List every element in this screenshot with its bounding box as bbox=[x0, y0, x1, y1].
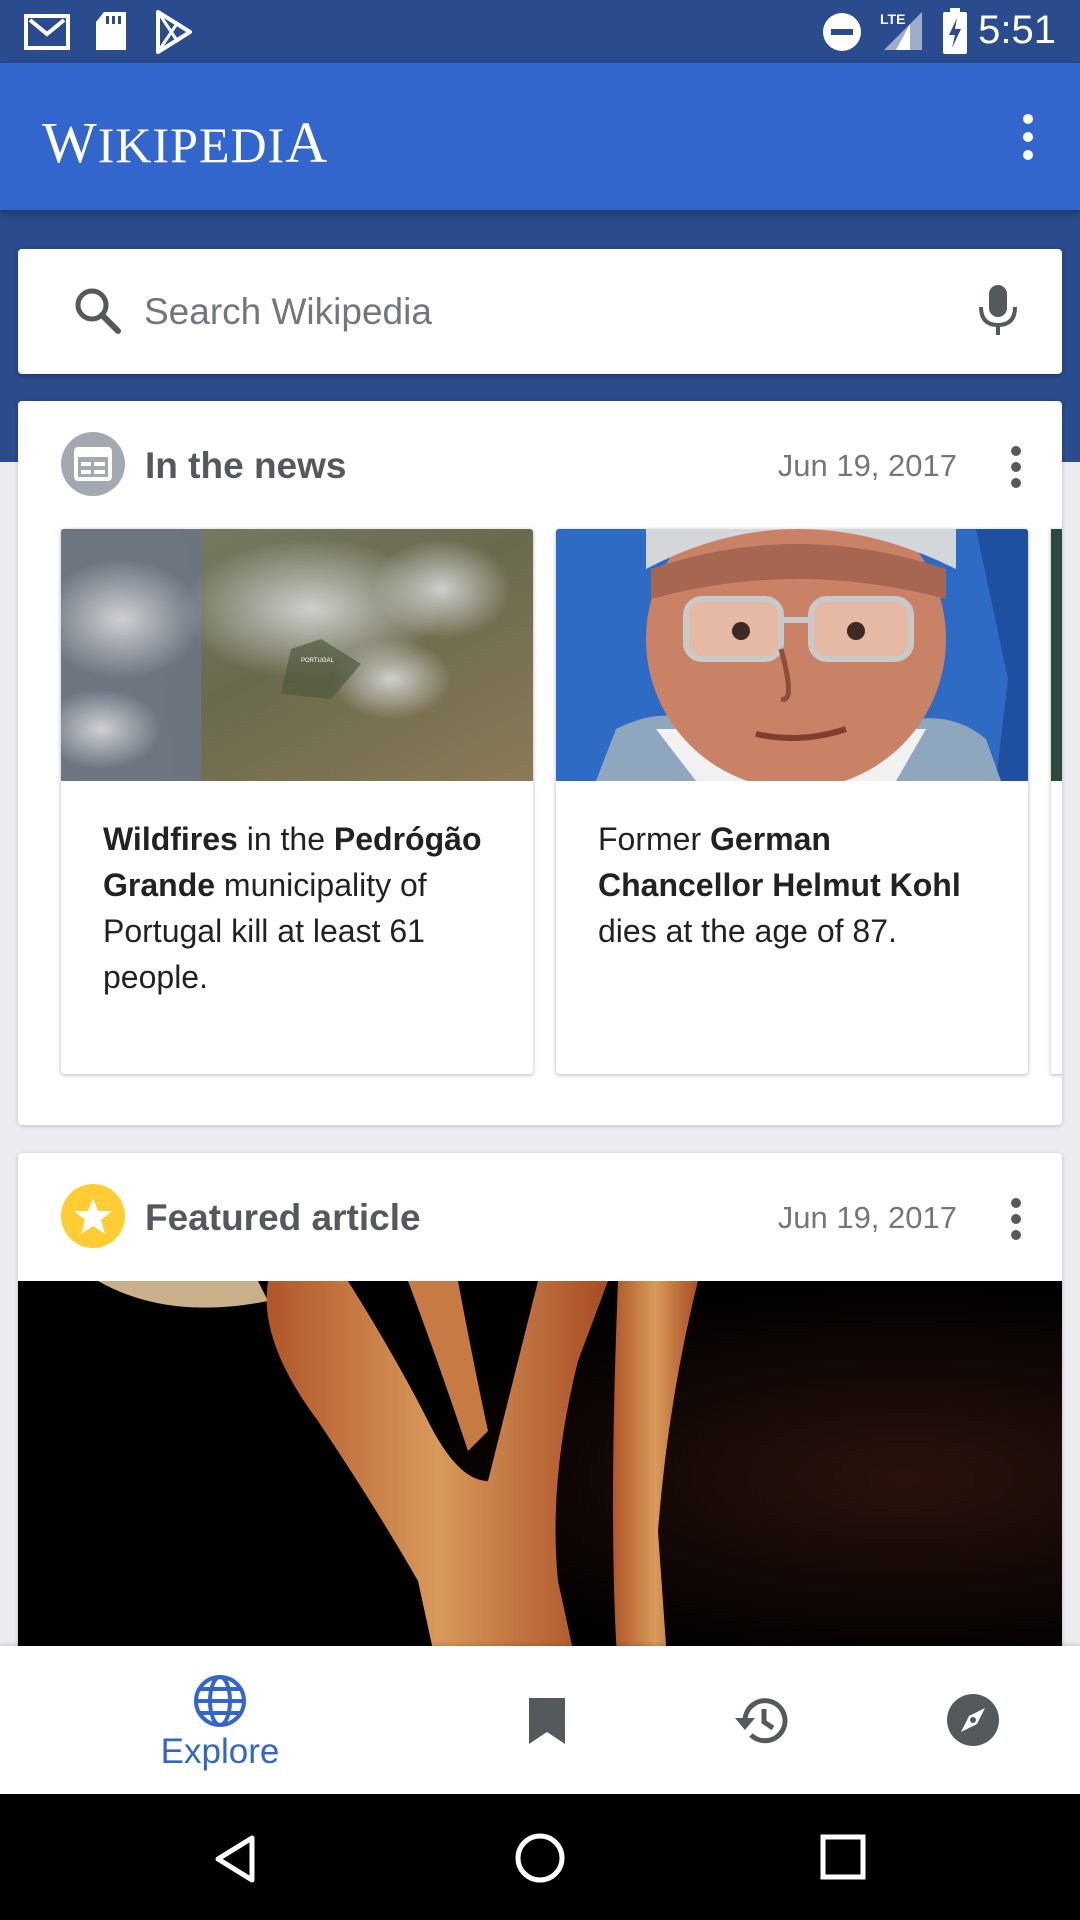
nav-nearby[interactable] bbox=[838, 1646, 1080, 1794]
search-bar[interactable]: Search Wikipedia bbox=[18, 249, 1062, 374]
wildfire-satellite-image: PORTUGAL bbox=[61, 529, 533, 781]
featured-article-image[interactable] bbox=[18, 1281, 1062, 1673]
system-navigation-bar bbox=[0, 1794, 1080, 1920]
star-icon bbox=[74, 1198, 112, 1234]
back-icon[interactable] bbox=[212, 1834, 258, 1884]
play-store-icon bbox=[156, 10, 192, 54]
helmut-kohl-portrait-image bbox=[556, 529, 1028, 781]
search-input[interactable]: Search Wikipedia bbox=[144, 291, 432, 333]
wikipedia-logo: WIKIPEDIA bbox=[42, 110, 329, 175]
app-bar: WIKIPEDIA bbox=[0, 63, 1080, 210]
bottom-navigation: Explore bbox=[0, 1646, 1080, 1794]
card-title: Featured article bbox=[145, 1197, 421, 1238]
news-item-text: Former German Chancellor Helmut Kohl die… bbox=[598, 821, 961, 949]
compass-icon bbox=[947, 1694, 999, 1746]
search-icon bbox=[75, 288, 121, 334]
card-menu-icon[interactable] bbox=[1008, 445, 1024, 489]
news-item[interactable]: Former German Chancellor Helmut Kohl die… bbox=[556, 529, 1028, 1074]
card-date: Jun 19, 2017 bbox=[777, 448, 957, 483]
mic-icon[interactable] bbox=[976, 283, 1020, 339]
globe-icon bbox=[194, 1675, 246, 1727]
news-link[interactable]: Wildfires bbox=[103, 821, 238, 857]
news-item[interactable]: PORTUGAL Wildfires in the Pedrógão Grand… bbox=[61, 529, 533, 1074]
status-time: 5:51 bbox=[978, 8, 1056, 52]
card-menu-icon[interactable] bbox=[1008, 1197, 1024, 1241]
history-icon bbox=[735, 1698, 788, 1744]
news-badge bbox=[61, 432, 125, 496]
card-date: Jun 19, 2017 bbox=[777, 1200, 957, 1235]
news-item-text: Wildfires in the Pedrógão Grande municip… bbox=[103, 821, 482, 995]
featured-article-card[interactable]: Featured article Jun 19, 2017 bbox=[18, 1153, 1062, 1673]
svg-text:LTE: LTE bbox=[880, 11, 905, 27]
recents-icon[interactable] bbox=[820, 1834, 866, 1880]
featured-badge bbox=[61, 1184, 125, 1248]
more-vert-icon[interactable] bbox=[1018, 113, 1038, 161]
nav-explore[interactable]: Explore bbox=[85, 1646, 355, 1794]
status-bar: LTE 5:51 bbox=[0, 0, 1080, 63]
gmail-icon bbox=[24, 14, 70, 50]
in-the-news-card[interactable]: In the news Jun 19, 2017 PORTUGAL Wildfi… bbox=[18, 401, 1062, 1125]
battery-charging-icon bbox=[943, 8, 967, 54]
bookmark-icon bbox=[529, 1698, 565, 1744]
card-header: Featured article Jun 19, 2017 bbox=[18, 1153, 1062, 1281]
next-news-item-peek[interactable] bbox=[1051, 529, 1062, 1074]
news-icon bbox=[74, 447, 112, 481]
signal-icon: LTE bbox=[880, 11, 922, 50]
nav-explore-label: Explore bbox=[160, 1732, 280, 1771]
card-header: In the news Jun 19, 2017 bbox=[18, 401, 1062, 529]
card-title: In the news bbox=[145, 445, 347, 486]
sd-card-icon bbox=[96, 12, 126, 50]
home-icon[interactable] bbox=[514, 1832, 566, 1884]
svg-text:PORTUGAL: PORTUGAL bbox=[301, 658, 335, 664]
do-not-disturb-icon bbox=[823, 13, 861, 51]
